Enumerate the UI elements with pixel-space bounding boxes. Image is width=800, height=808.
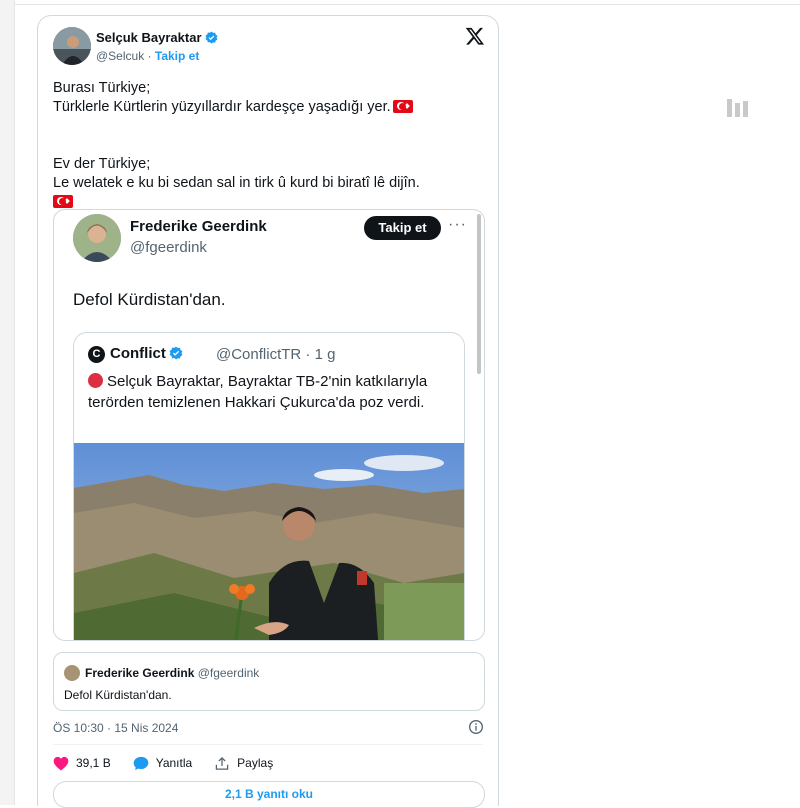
tweet-line: Türklerle Kürtlerin yüzyıllardır kardeşç… [53, 98, 483, 117]
quoted-author-name[interactable]: Frederike Geerdink [85, 666, 194, 680]
author-avatar[interactable] [53, 27, 91, 65]
like-button[interactable]: 39,1 B [53, 756, 111, 771]
embed-follow-button[interactable]: Takip et [364, 216, 441, 240]
mountain-photo[interactable] [74, 443, 464, 641]
quote-handle-time: @ConflictTR · 1 g [216, 346, 336, 363]
x-logo-icon[interactable] [465, 26, 485, 46]
embed-scrollbar[interactable] [477, 214, 481, 374]
author-handle[interactable]: @Selcuk [96, 49, 144, 63]
quoted-post[interactable]: C Conflict @ConflictTR · 1 g Selçuk Bayr… [73, 332, 465, 641]
action-bar: 39,1 B Yanıtla Paylaş [53, 753, 295, 773]
share-icon [215, 756, 229, 770]
embed-author-avatar[interactable] [73, 214, 121, 262]
embed-text: Defol Kürdistan'dan. [73, 290, 226, 309]
info-icon[interactable] [468, 719, 484, 735]
tweet-text: Burası Türkiye; Türklerle Kürtlerin yüzy… [53, 79, 483, 212]
turkey-flag-icon [53, 195, 73, 208]
author-meta: @Selcuk · Takip et [96, 49, 199, 63]
tweet-timestamp[interactable]: ÖS 10:30 · 15 Nis 2024 [53, 721, 178, 735]
reply-bubble-icon [133, 756, 149, 770]
tweet-line: Le welatek e ku bi sedan sal in tirk û k… [53, 175, 420, 191]
share-label: Paylaş [237, 756, 274, 770]
quoted-author: Frederike Geerdink @fgeerdink [85, 666, 259, 680]
conflict-logo-icon: C [88, 346, 105, 363]
more-options-icon[interactable]: ··· [448, 216, 467, 234]
author-name-text: Selçuk Bayraktar [96, 30, 202, 45]
heart-icon [53, 756, 69, 770]
verified-badge-icon [205, 31, 217, 44]
turkey-flag-icon [392, 100, 413, 113]
left-scroll-gutter [0, 0, 15, 805]
like-count: 39,1 B [76, 756, 111, 770]
reply-label: Yanıtla [155, 756, 193, 770]
author-name[interactable]: Selçuk Bayraktar [96, 30, 218, 45]
read-replies-button[interactable]: 2,1 B yanıtı oku [53, 781, 485, 808]
quote-author-name: Conflict [110, 345, 183, 362]
quoted-author-handle[interactable]: @fgeerdink [198, 666, 260, 680]
tweet-line: Burası Türkiye; [53, 80, 151, 96]
tweet-line: Ev der Türkiye; [53, 156, 151, 172]
embed-author-handle[interactable]: @fgeerdink [130, 239, 207, 256]
quoted-text: Defol Kürdistan'dan. [64, 688, 172, 702]
tweet-line-text: Türklerle Kürtlerin yüzyıllardır kardeşç… [53, 99, 391, 115]
tweet-card: Selçuk Bayraktar @Selcuk · Takip et Bura… [37, 15, 499, 808]
top-divider [0, 4, 800, 5]
follow-link[interactable]: Takip et [155, 49, 199, 63]
quote-author-name-text: Conflict [110, 345, 166, 362]
tweet-line [53, 117, 483, 136]
verified-badge-icon [169, 346, 183, 360]
red-circle-icon [88, 373, 103, 388]
action-divider [53, 744, 483, 745]
embed-author-name[interactable]: Frederike Geerdink [130, 218, 267, 235]
meta-separator: · [147, 49, 152, 63]
reply-button[interactable]: Yanıtla [133, 756, 192, 771]
embedded-tweet[interactable]: Frederike Geerdink @fgeerdink Takip et ·… [53, 209, 485, 641]
quote-text-content: Selçuk Bayraktar, Bayraktar TB-2'nin kat… [88, 373, 428, 411]
quote-text: Selçuk Bayraktar, Bayraktar TB-2'nin kat… [88, 371, 448, 413]
share-button[interactable]: Paylaş [214, 756, 273, 771]
quoted-tweet[interactable]: Frederike Geerdink @fgeerdink Defol Kürd… [53, 652, 485, 711]
pause-icon[interactable] [727, 98, 751, 118]
quoted-avatar[interactable] [64, 665, 80, 681]
